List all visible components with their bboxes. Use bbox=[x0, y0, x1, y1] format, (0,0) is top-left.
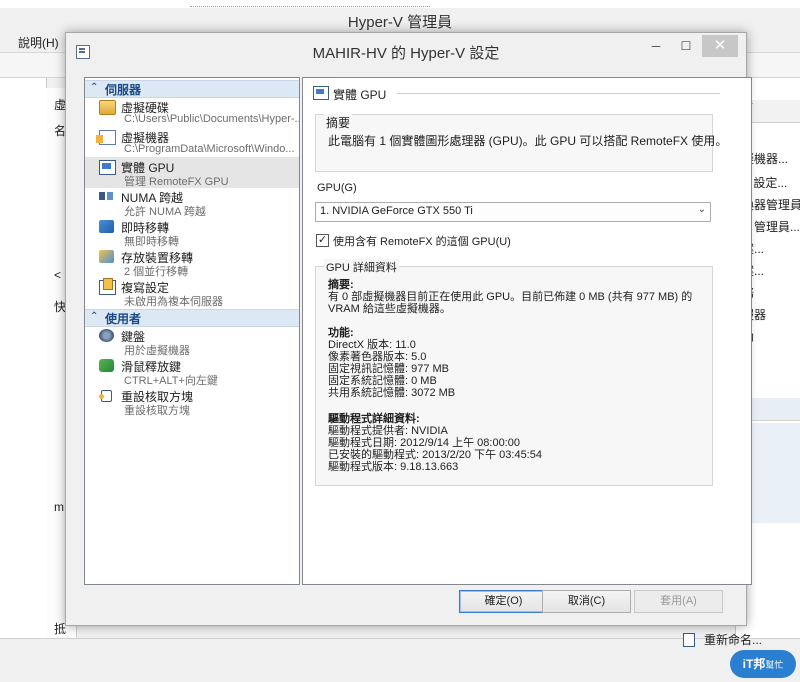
background-top-strip bbox=[0, 0, 800, 8]
numa-icon bbox=[99, 190, 114, 203]
tree-item-physical-gpu[interactable]: 實體 GPU 管理 RemoteFX GPU bbox=[85, 157, 299, 188]
cancel-button[interactable]: 取消(C) bbox=[542, 590, 631, 613]
tree-item-numa-spanning[interactable]: NUMA 跨越 允許 NUMA 跨越 bbox=[85, 187, 299, 218]
tree-item-mouse-release-key[interactable]: 滑鼠釋放鍵 CTRL+ALT+向左鍵 bbox=[85, 356, 299, 387]
chevron-down-icon: ⌄ bbox=[697, 204, 706, 215]
tree-item-reset-checkboxes[interactable]: 重設核取方塊 重設核取方塊 bbox=[85, 386, 299, 417]
close-button[interactable]: ✕ bbox=[702, 35, 738, 57]
folder-doc-icon bbox=[96, 130, 116, 145]
driver-line: 已安裝的驅動程式: 2013/2/20 下午 03:45:54 bbox=[328, 449, 542, 461]
gpu-details-group: GPU 詳細資料 摘要: 有 0 部虛擬機器目前正在使用此 GPU。目前已佈建 … bbox=[315, 259, 713, 486]
section-server[interactable]: ⌃ 伺服器 bbox=[85, 80, 299, 98]
gpu-icon bbox=[313, 86, 329, 100]
mouse-icon bbox=[99, 359, 114, 372]
gpu-icon bbox=[99, 160, 116, 175]
background-window-title: Hyper-V 管理員 bbox=[347, 14, 453, 31]
gpu-details-title: GPU 詳細資料 bbox=[324, 259, 399, 275]
settings-detail-panel: 實體 GPU 摘要 此電腦有 1 個實體圖形處理器 (GPU)。此 GPU 可以… bbox=[302, 77, 752, 585]
heading-divider bbox=[397, 93, 720, 94]
panel-title: 實體 GPU bbox=[333, 88, 387, 102]
fragment-text: m bbox=[54, 500, 64, 514]
minimize-button[interactable]: ─ bbox=[642, 35, 670, 57]
keyboard-icon bbox=[99, 329, 114, 342]
feature-line: 共用系統記憶體: 3072 MB bbox=[328, 387, 456, 399]
collapse-chevron-icon: ⌃ bbox=[90, 311, 99, 322]
disk-icon bbox=[99, 100, 116, 115]
gpu-label: GPU(G) bbox=[317, 182, 357, 194]
section-user[interactable]: ⌃ 使用者 bbox=[85, 309, 299, 327]
summary-text: 此電腦有 1 個實體圖形處理器 (GPU)。此 GPU 可以搭配 RemoteF… bbox=[328, 134, 728, 148]
feature-line: DirectX 版本: 11.0 bbox=[328, 339, 416, 351]
tree-item-live-migration[interactable]: 即時移轉 無即時移轉 bbox=[85, 217, 299, 248]
details-summary-heading: 摘要: bbox=[328, 279, 354, 291]
background-scribble bbox=[190, 0, 430, 7]
tree-item-virtual-hard-disks[interactable]: 虛擬硬碟 C:\Users\Public\Documents\Hyper-... bbox=[85, 97, 299, 128]
feature-line: 固定系統記憶體: 0 MB bbox=[328, 375, 437, 387]
gpu-select[interactable]: 1. NVIDIA GeForce GTX 550 Ti ⌄ bbox=[315, 202, 711, 222]
settings-dialog: MAHIR-HV 的 Hyper-V 設定 ─ ☐ ✕ ⌃ 伺服器 虛擬硬碟 C… bbox=[65, 32, 752, 626]
rename-action[interactable]: 重新命名... bbox=[704, 631, 762, 648]
replication-icon bbox=[99, 278, 116, 295]
ok-button[interactable]: 確定(O) bbox=[459, 590, 548, 613]
apply-button[interactable]: 套用(A) bbox=[634, 590, 723, 613]
collapse-chevron-icon: ⌃ bbox=[90, 82, 99, 93]
dialog-titlebar: MAHIR-HV 的 Hyper-V 設定 ─ ☐ ✕ bbox=[66, 33, 746, 69]
tree-item-keyboard[interactable]: 鍵盤 用於虛擬機器 bbox=[85, 326, 299, 357]
feature-line: 固定視訊記憶體: 977 MB bbox=[328, 363, 450, 375]
use-remotefx-checkbox[interactable]: ✓ bbox=[316, 234, 329, 247]
background-bottom-pane: 重新命名... bbox=[0, 633, 800, 682]
storage-migration-icon bbox=[99, 250, 114, 263]
driver-line: 驅動程式提供者: NVIDIA bbox=[328, 425, 448, 437]
feature-line: 像素著色器版本: 5.0 bbox=[328, 351, 427, 363]
live-migration-icon bbox=[99, 220, 114, 233]
use-remotefx-label[interactable]: 使用含有 RemoteFX 的這個 GPU(U) bbox=[333, 233, 511, 249]
summary-group: 摘要 此電腦有 1 個實體圖形處理器 (GPU)。此 GPU 可以搭配 Remo… bbox=[315, 114, 727, 172]
details-summary-line: VRAM 給這些虛擬機器。 bbox=[328, 303, 451, 315]
driver-line: 驅動程式版本: 9.18.13.663 bbox=[328, 461, 459, 473]
features-heading: 功能: bbox=[328, 327, 354, 339]
driver-heading: 驅動程式詳細資料: bbox=[328, 413, 420, 425]
summary-title: 摘要 bbox=[324, 114, 353, 131]
maximize-button[interactable]: ☐ bbox=[672, 35, 700, 57]
tree-item-storage-migration[interactable]: 存放裝置移轉 2 個並行移轉 bbox=[85, 247, 299, 278]
tree-item-virtual-machines[interactable]: 虛擬機器 C:\ProgramData\Microsoft\Windo... bbox=[85, 127, 299, 158]
driver-line: 驅動程式日期: 2012/9/14 上午 08:00:00 bbox=[328, 437, 520, 449]
rename-icon bbox=[683, 633, 695, 647]
settings-tree: ⌃ 伺服器 虛擬硬碟 C:\Users\Public\Documents\Hyp… bbox=[84, 77, 300, 585]
background-titlebar: Hyper-V 管理員 bbox=[0, 8, 800, 31]
gpu-selected-value: 1. NVIDIA GeForce GTX 550 Ti bbox=[320, 205, 473, 217]
ithome-watermark-logo: iT邦幫忙 bbox=[730, 650, 796, 678]
tree-item-replication[interactable]: 複寫設定 未啟用為複本伺服器 bbox=[85, 277, 299, 308]
reset-icon bbox=[99, 389, 114, 402]
background-tree-pane bbox=[0, 78, 47, 638]
details-summary-line: 有 0 部虛擬機器目前正在使用此 GPU。目前已佈建 0 MB (共有 977 … bbox=[328, 291, 693, 303]
fragment-text[interactable]: < bbox=[54, 268, 61, 282]
menu-help[interactable]: 說明(H) bbox=[18, 34, 59, 51]
